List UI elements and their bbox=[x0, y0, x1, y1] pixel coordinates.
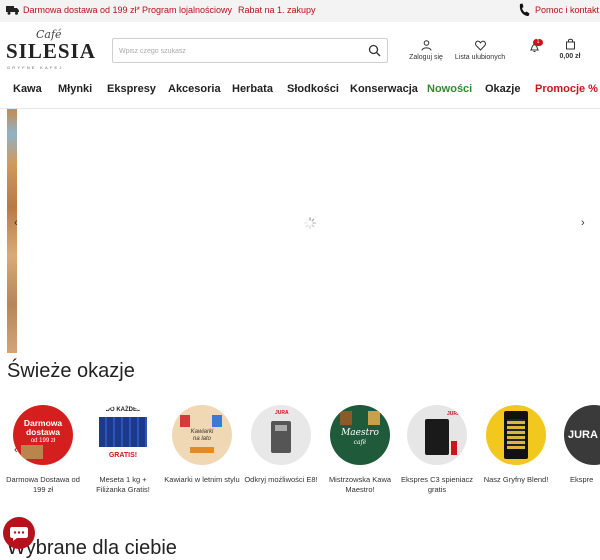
deal-tile[interactable]: JURA Odkryj możliwości E8! bbox=[242, 405, 320, 485]
wishlist-label: Lista ulubionych bbox=[454, 54, 506, 61]
cart-total: 0,00 zł bbox=[559, 53, 581, 60]
deal-caption: Darmowa Dostawa od 199 zł bbox=[6, 475, 80, 494]
nav-item-okazje[interactable]: Okazje bbox=[485, 83, 520, 95]
deal-image bbox=[486, 405, 546, 465]
shopping-bag-icon bbox=[565, 38, 575, 50]
deal-caption: Ekspres C3 spieniacz gratis bbox=[400, 475, 474, 494]
deal-image: Kawiarki na lato bbox=[172, 405, 232, 465]
login-label: Zaloguj się bbox=[409, 54, 443, 61]
nav-item-akcesoria[interactable]: Akcesoria bbox=[168, 83, 221, 95]
deal-tile[interactable]: DO KAŻDEJ GRATIS! Meseta 1 kg + Filiżank… bbox=[84, 405, 162, 495]
hero-next-arrow[interactable]: › bbox=[581, 217, 585, 229]
wishlist-button[interactable]: Lista ulubionych bbox=[454, 40, 506, 61]
deal-image: DO KAŻDEJ GRATIS! bbox=[93, 405, 153, 465]
deal-tile[interactable]: Darmowa dostawa od 199 zł Darmowa Dostaw… bbox=[4, 405, 82, 495]
search-input[interactable] bbox=[119, 44, 359, 58]
logo-name-text: SILESIA bbox=[6, 39, 96, 63]
deal-image: JURA bbox=[407, 405, 467, 465]
deal-caption: Meseta 1 kg + Filiżanka Gratis! bbox=[96, 475, 150, 494]
search-icon[interactable] bbox=[368, 44, 381, 57]
deal-tile[interactable]: Nasz Gryfny Blend! bbox=[477, 405, 555, 485]
nav-item-herbata[interactable]: Herbata bbox=[232, 83, 273, 95]
free-shipping-link[interactable]: Darmowa dostawa od 199 zł* bbox=[23, 5, 140, 15]
deal-tile[interactable]: JURA Ekspres C3 spieniacz gratis bbox=[398, 405, 476, 495]
heart-icon bbox=[474, 40, 486, 51]
deal-image: Darmowa dostawa od 199 zł bbox=[13, 405, 73, 465]
deal-caption: Odkryj możliwości E8! bbox=[244, 475, 318, 484]
truck-icon bbox=[6, 6, 19, 15]
deal-image: JURA bbox=[251, 405, 311, 465]
logo-tagline: GRYFNE KAFEJ bbox=[7, 65, 64, 70]
main-navigation: Kawa Młynki Ekspresy Akcesoria Herbata S… bbox=[0, 80, 600, 100]
search-box bbox=[112, 38, 388, 63]
deal-caption: Kawiarki w letnim stylu bbox=[164, 475, 240, 484]
deal-image: JURA bbox=[564, 405, 600, 465]
cart-button[interactable]: 0,00 zł bbox=[556, 38, 584, 60]
help-contact-link[interactable]: Pomoc i kontakt bbox=[535, 5, 599, 15]
nav-item-nowosci[interactable]: Nowości bbox=[427, 83, 472, 95]
notification-badge: 1 bbox=[533, 39, 543, 46]
nav-item-ekspresy[interactable]: Ekspresy bbox=[107, 83, 156, 95]
deal-caption: Nasz Gryfny Blend! bbox=[483, 475, 549, 484]
first-purchase-discount-link[interactable]: Rabat na 1. zakupy bbox=[238, 5, 316, 15]
section-title-fresh-deals: Świeże okazje bbox=[7, 360, 135, 382]
nav-item-slodkosci[interactable]: Słodkości bbox=[287, 83, 339, 95]
hero-prev-arrow[interactable]: ‹ bbox=[14, 217, 18, 229]
deal-tile[interactable]: JURA Ekspre bbox=[552, 405, 600, 485]
nav-item-promocje[interactable]: Promocje % bbox=[535, 83, 598, 95]
loading-spinner-icon bbox=[304, 217, 316, 229]
deal-image: Maestro café bbox=[330, 405, 390, 465]
login-button[interactable]: Zaloguj się bbox=[404, 40, 448, 61]
loyalty-program-link[interactable]: Program lojalnościowy bbox=[142, 5, 232, 15]
deal-caption: Mistrzowska Kawa Maestro! bbox=[328, 475, 392, 494]
nav-item-mlynki[interactable]: Młynki bbox=[58, 83, 92, 95]
deal-tile[interactable]: Maestro café Mistrzowska Kawa Maestro! bbox=[321, 405, 399, 495]
deal-caption: Ekspre bbox=[570, 475, 594, 484]
site-logo[interactable]: Café SILESIA GRYFNE KAFEJ bbox=[6, 28, 95, 72]
deal-tile[interactable]: Kawiarki na lato Kawiarki w letnim stylu bbox=[163, 405, 241, 485]
user-icon bbox=[421, 40, 431, 51]
top-info-bar: Darmowa dostawa od 199 zł* Program lojal… bbox=[0, 0, 600, 22]
hero-banner[interactable]: ‹ › bbox=[7, 109, 600, 353]
chat-icon bbox=[10, 527, 28, 541]
nav-item-kawa[interactable]: Kawa bbox=[13, 83, 42, 95]
phone-icon bbox=[519, 3, 530, 16]
chat-widget-button[interactable] bbox=[3, 517, 35, 549]
nav-item-konserwacja[interactable]: Konserwacja bbox=[350, 83, 418, 95]
hero-image-edge bbox=[7, 109, 17, 353]
